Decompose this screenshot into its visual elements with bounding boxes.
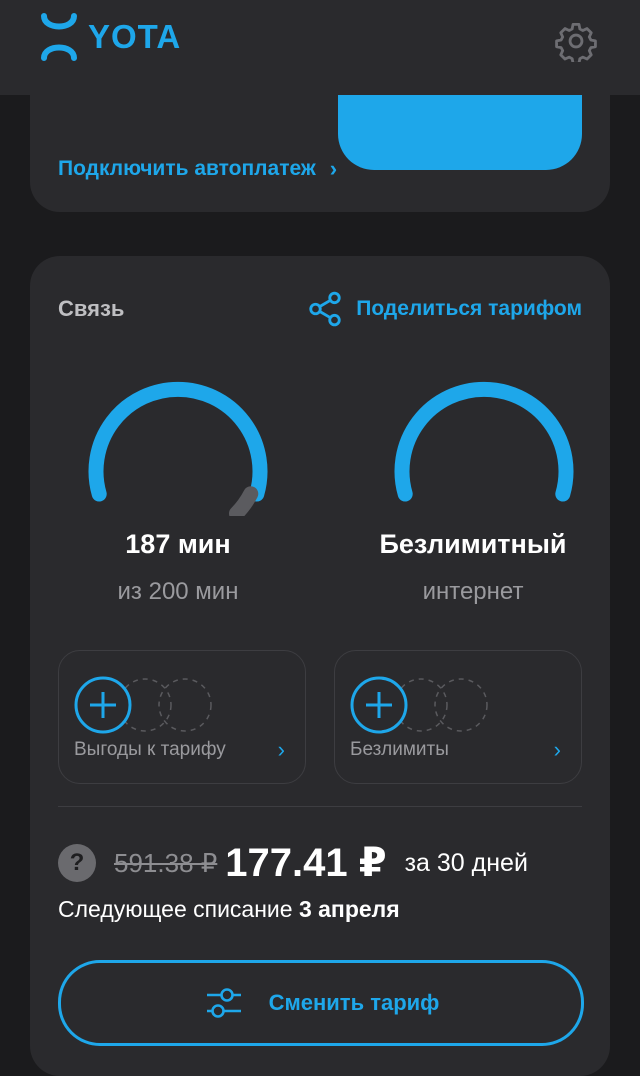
share-tariff-button[interactable]: Поделиться тарифом (306, 290, 582, 328)
old-price: 591.38 ₽ (114, 847, 218, 878)
app-header: YOTA (0, 0, 640, 95)
internet-value: Безлимитный (379, 529, 567, 559)
current-price: 177.41 ₽ (225, 841, 387, 885)
minutes-gauge (88, 381, 268, 516)
tariff-benefits-button[interactable]: Выгоды к тарифу › (58, 650, 306, 784)
unlimited-options-button[interactable]: Безлимиты › (334, 650, 582, 784)
next-charge: Следующее списание 3 апреля (58, 896, 400, 923)
addon-label: Выгоды к тарифу (74, 739, 226, 760)
yota-logo-icon (41, 13, 77, 61)
gear-icon[interactable] (555, 20, 597, 62)
add-unlimited-icon (350, 676, 488, 734)
change-tariff-label: Сменить тариф (268, 990, 440, 1015)
autopay-label: Подключить автоплатеж (58, 157, 316, 180)
price-row: ? 591.38 ₽ 177.41 ₽ за 30 дней (58, 840, 528, 886)
share-label: Поделиться тарифом (356, 297, 582, 320)
chevron-right-icon: › (277, 737, 285, 762)
tariff-card: Связь Поделиться тарифом 187 мин из 200 … (30, 256, 610, 1076)
next-charge-label: Следующее списание (58, 896, 299, 922)
minutes-used-segment (228, 486, 259, 516)
chevron-right-icon: › (329, 156, 338, 181)
divider (58, 806, 582, 807)
help-icon[interactable]: ? (58, 844, 96, 882)
next-charge-date: 3 апреля (298, 896, 400, 922)
sliders-icon (206, 988, 241, 1018)
minutes-total: из 200 мин (117, 578, 239, 605)
logo-wordmark: YOTA (88, 18, 182, 55)
change-tariff-button[interactable]: Сменить тариф (58, 960, 584, 1046)
internet-label: интернет (422, 578, 524, 605)
minutes-remaining: 187 мин (125, 529, 231, 559)
autopay-link[interactable]: Подключить автоплатеж › (58, 156, 337, 182)
share-icon (309, 291, 341, 327)
internet-gauge (394, 381, 574, 502)
yota-logo: YOTA (40, 12, 181, 62)
addon-label: Безлимиты (350, 739, 449, 760)
add-benefit-icon (74, 676, 212, 734)
section-title: Связь (58, 296, 125, 321)
chevron-right-icon: › (553, 737, 561, 762)
price-period: за 30 дней (404, 848, 528, 877)
